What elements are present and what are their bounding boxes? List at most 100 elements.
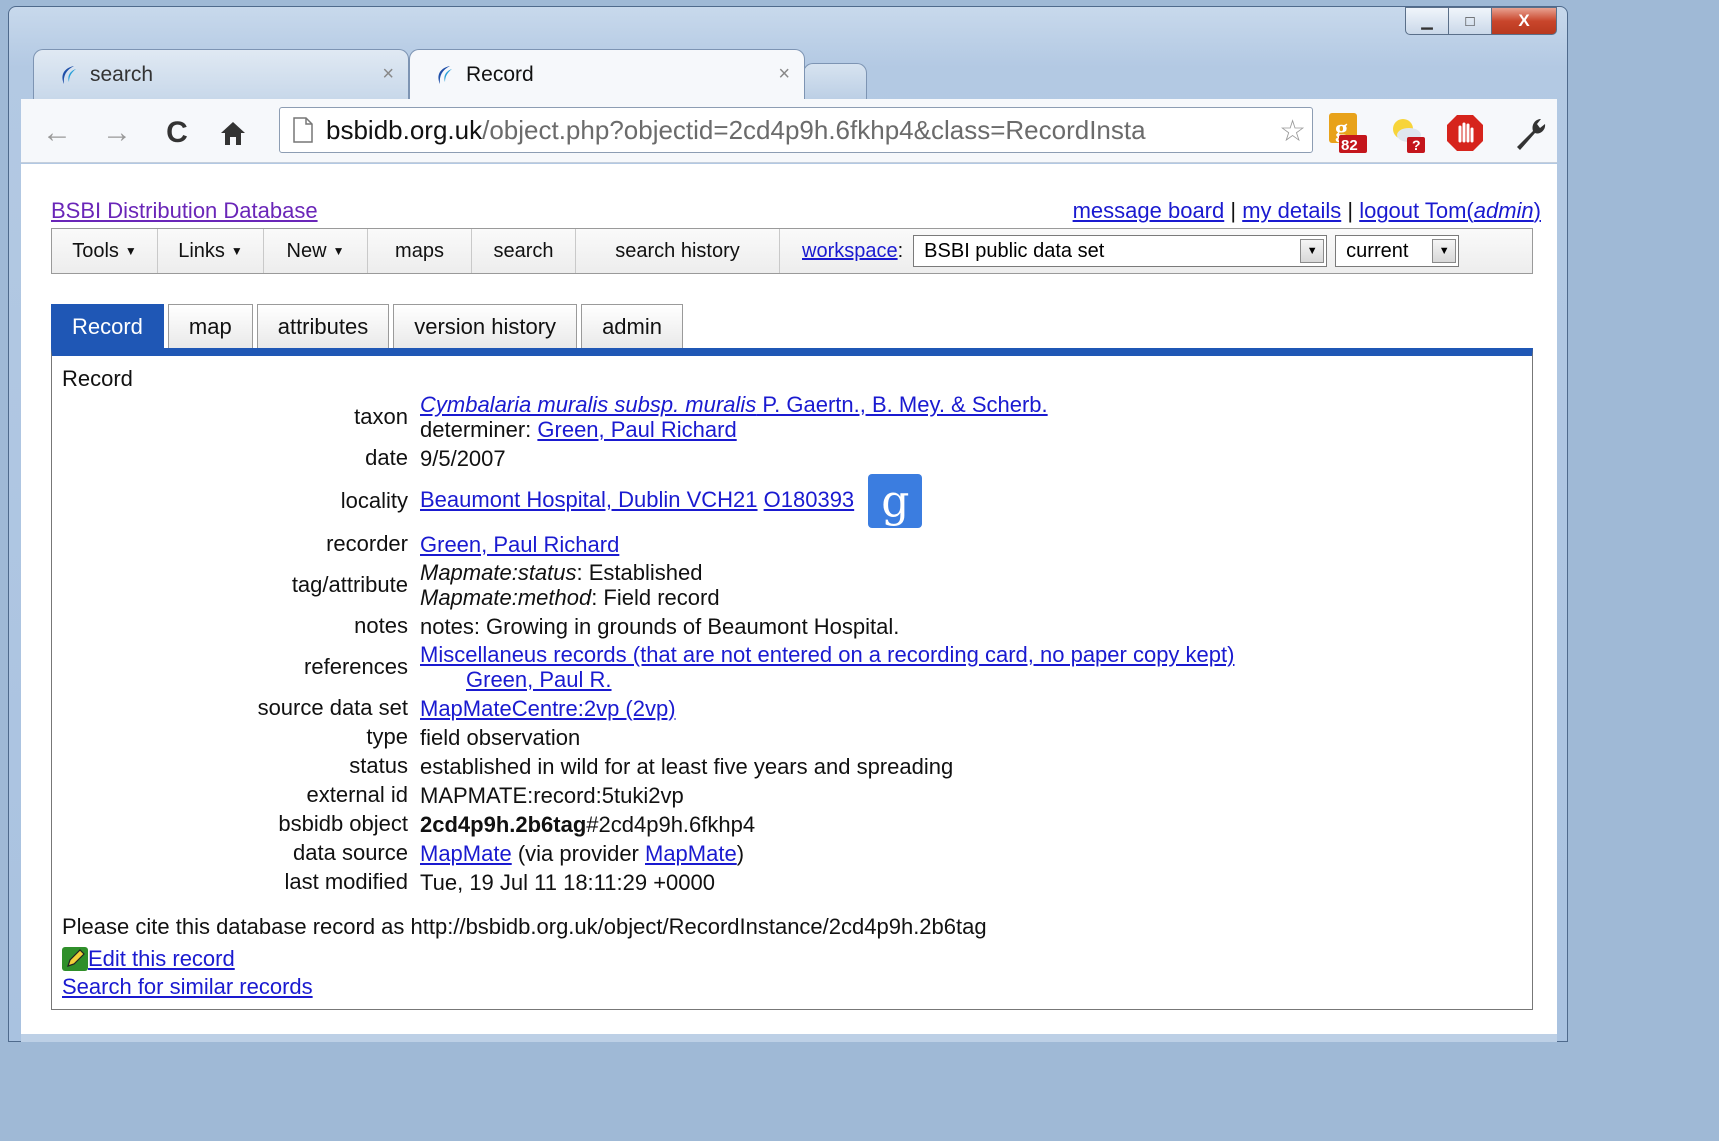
- recorder-link[interactable]: Green, Paul Richard: [420, 532, 619, 557]
- site-title-link[interactable]: BSBI Distribution Database: [51, 198, 318, 224]
- field-label: data source: [293, 840, 408, 865]
- maximize-button[interactable]: □: [1448, 7, 1492, 35]
- user-role: admin: [1473, 198, 1534, 223]
- search-menu-item[interactable]: search: [472, 229, 576, 273]
- field-label: references: [304, 654, 408, 679]
- logout-close-paren: ): [1533, 198, 1541, 223]
- back-arrow-icon[interactable]: ←: [37, 113, 77, 153]
- reference-title-link[interactable]: Miscellaneus records (that are not enter…: [420, 642, 1234, 667]
- browser-window: ▁ □ X search × Record × ← → C bsbidb.org…: [8, 6, 1568, 1042]
- field-label: taxon: [354, 404, 408, 429]
- field-locality: locality Beaumont Hospital, Dublin VCH21…: [52, 474, 1452, 528]
- browser-tab-search[interactable]: search ×: [33, 49, 409, 99]
- provider-link[interactable]: MapMate: [645, 841, 737, 866]
- logout-text: logout Tom(: [1359, 198, 1474, 223]
- tag-value: : Established: [576, 560, 703, 585]
- status-value: established in wild for at least five ye…: [420, 753, 954, 779]
- edit-record-link[interactable]: Edit this record: [88, 946, 235, 972]
- field-label: bsbidb object: [278, 811, 408, 836]
- field-value: Mapmate:status: Established Mapmate:meth…: [420, 560, 720, 610]
- dropdown-arrow-icon[interactable]: ▼: [1432, 239, 1457, 263]
- google-maps-icon[interactable]: g: [868, 474, 923, 528]
- maps-menu-item[interactable]: maps: [368, 229, 472, 273]
- record-tabs: Record map attributes version history ad…: [51, 304, 687, 348]
- address-bar[interactable]: bsbidb.org.uk/object.php?objectid=2cd4p9…: [279, 107, 1313, 153]
- data-source-link[interactable]: MapMate: [420, 841, 512, 866]
- links-menu[interactable]: Links ▼: [158, 229, 264, 273]
- browser-tab-title: search: [90, 62, 154, 86]
- caret-down-icon: ▼: [332, 244, 345, 258]
- wrench-icon[interactable]: [1509, 111, 1553, 155]
- source-data-set-link[interactable]: MapMateCentre:2vp (2vp): [420, 696, 676, 721]
- tab-version-history[interactable]: version history: [393, 304, 578, 348]
- tab-attributes[interactable]: attributes: [256, 304, 390, 348]
- tab-close-icon[interactable]: ×: [778, 63, 790, 86]
- reference-author-link[interactable]: Green, Paul R.: [466, 667, 612, 692]
- object-id-bold: 2cd4p9h.2b6tag: [420, 811, 587, 837]
- version-select[interactable]: current ▼: [1335, 235, 1460, 267]
- tab-admin[interactable]: admin: [581, 304, 683, 348]
- my-details-link[interactable]: my details: [1242, 198, 1341, 223]
- field-last-modified: last modified Tue, 19 Jul 11 18:11:29 +0…: [52, 869, 1452, 895]
- url-host: bsbidb.org.uk: [326, 114, 483, 145]
- bsbi-favicon-icon: [438, 65, 452, 84]
- workspace-link[interactable]: workspace: [802, 240, 898, 263]
- weather-extension-icon[interactable]: ?: [1387, 111, 1431, 155]
- taxon-link[interactable]: Cymbalaria muralis subsp. muralis P. Gae…: [420, 392, 1048, 417]
- field-recorder: recorder Green, Paul Richard: [52, 531, 1452, 557]
- new-menu[interactable]: New ▼: [264, 229, 368, 273]
- page-icon: [293, 117, 313, 143]
- determiner-link[interactable]: Green, Paul Richard: [537, 417, 736, 442]
- gridref-link[interactable]: O180393: [764, 487, 855, 512]
- browser-tab-record[interactable]: Record ×: [409, 49, 805, 99]
- field-data-source: data source MapMate (via provider MapMat…: [52, 840, 1452, 866]
- tag-key: Mapmate:status: [420, 560, 577, 585]
- window-controls: ▁ □ X: [1405, 7, 1557, 35]
- field-label: recorder: [326, 531, 408, 556]
- locality-link[interactable]: Beaumont Hospital, Dublin VCH21: [420, 487, 758, 512]
- field-label: status: [349, 753, 408, 778]
- determiner-label: determiner:: [420, 417, 538, 442]
- links-menu-label: Links: [178, 239, 225, 262]
- field-label: source data set: [257, 695, 408, 720]
- tools-menu-label: Tools: [72, 239, 119, 262]
- link-separator: |: [1341, 198, 1360, 223]
- dropdown-arrow-icon[interactable]: ▼: [1300, 239, 1325, 263]
- new-menu-label: New: [286, 239, 327, 262]
- tab-close-icon[interactable]: ×: [382, 63, 394, 86]
- field-date: date 9/5/2007: [52, 445, 1452, 471]
- taxon-name: Cymbalaria muralis subsp. muralis: [420, 392, 757, 417]
- workspace-label: workspace:: [780, 229, 909, 273]
- logout-link[interactable]: logout Tom(admin): [1359, 198, 1541, 223]
- search-similar-link[interactable]: Search for similar records: [62, 974, 313, 999]
- tab-record[interactable]: Record: [51, 304, 164, 348]
- adblock-icon[interactable]: [1443, 111, 1487, 155]
- url-path: /object.php?objectid=2cd4p9h.6fkhp4&clas…: [482, 114, 1146, 145]
- bookmark-star-icon[interactable]: ☆: [1277, 114, 1306, 149]
- reload-icon[interactable]: C: [157, 113, 197, 153]
- tools-menu[interactable]: Tools ▼: [52, 229, 158, 273]
- workspace-select[interactable]: BSBI public data set ▼: [913, 235, 1328, 267]
- new-tab-button[interactable]: [803, 63, 867, 99]
- browser-toolbar: ← → C bsbidb.org.uk/object.php?objectid=…: [21, 99, 1557, 163]
- gmail-checker-icon[interactable]: g 82: [1325, 111, 1369, 155]
- workspace-colon: :: [897, 239, 904, 262]
- pencil-edit-icon[interactable]: [62, 947, 88, 971]
- date-value: 9/5/2007: [420, 445, 506, 471]
- field-label: locality: [340, 488, 408, 513]
- forward-arrow-icon[interactable]: →: [97, 113, 137, 153]
- record-panel: Record taxon Cymbalaria muralis subsp. m…: [51, 348, 1533, 1010]
- home-icon[interactable]: [213, 113, 253, 153]
- site-menu-bar: Tools ▼ Links ▼ New ▼ maps search search hi…: [51, 228, 1533, 274]
- tab-map[interactable]: map: [167, 304, 253, 348]
- gmail-badge-count: 82: [1341, 137, 1358, 154]
- window-bottom-edge: [21, 1034, 1557, 1042]
- page-content: BSBI Distribution Database message board…: [21, 164, 1557, 1034]
- search-history-menu-item[interactable]: search history: [576, 229, 780, 273]
- citation-text: Please cite this database record as http…: [62, 914, 987, 939]
- field-notes: notes notes: Growing in grounds of Beaum…: [52, 613, 1452, 639]
- message-board-link[interactable]: message board: [1073, 198, 1225, 223]
- minimize-button[interactable]: ▁: [1405, 7, 1449, 35]
- panel-heading: Record: [62, 366, 133, 391]
- close-window-button[interactable]: X: [1491, 7, 1557, 35]
